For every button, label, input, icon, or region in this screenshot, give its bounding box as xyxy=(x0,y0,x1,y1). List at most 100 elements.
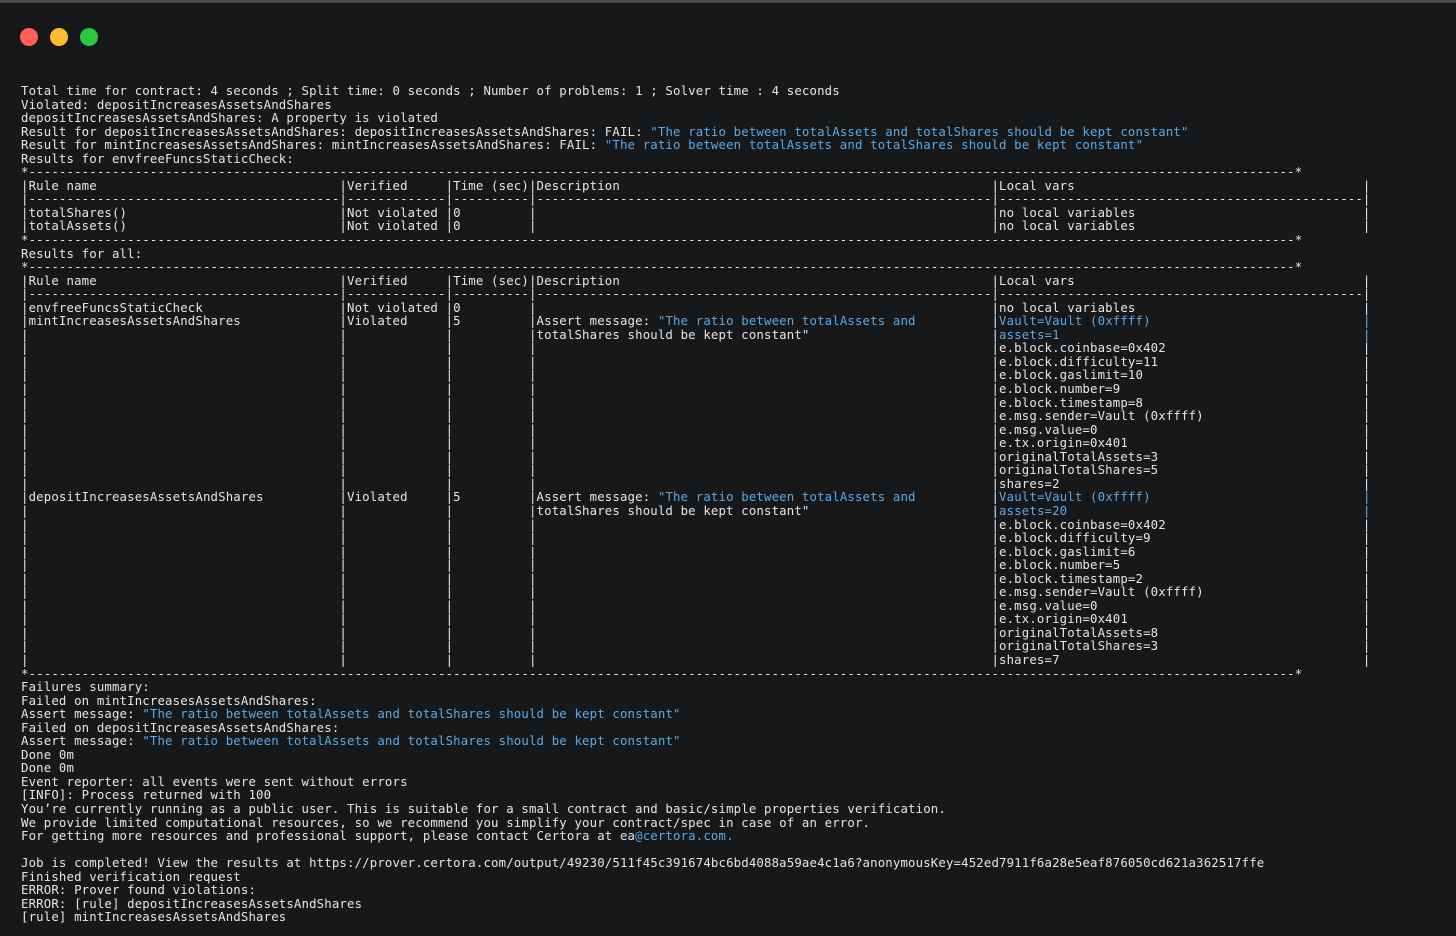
terminal-line: [rule] mintIncreasesAssetsAndShares xyxy=(21,911,1371,925)
highlighted-text: Vault=Vault (0xffff) | xyxy=(999,314,1371,329)
highlighted-text: @certora.com. xyxy=(635,829,734,844)
terminal-line: | | | | |originalTotalShares=5 | xyxy=(21,464,1371,478)
terminal-text: | | | | |originalTotalShares=5 | xyxy=(21,463,1371,478)
window-controls xyxy=(20,28,98,46)
terminal-text: |Rule name |Verified |Time (sec)|Descrip… xyxy=(21,178,1371,193)
terminal-line: | | | | |e.block.number=5 | xyxy=(21,558,1371,573)
terminal-line: |totalShares() |Not violated |0 | |no lo… xyxy=(21,205,1371,221)
terminal-line: | | | | |e.block.timestamp=2 | xyxy=(21,572,1371,587)
terminal-text: | | | | |e.block.difficulty=9 | xyxy=(21,531,1371,546)
terminal-line: | | | | |originalTotalAssets=8 | xyxy=(21,625,1371,641)
terminal-line: | | | | |e.tx.origin=0x401 | xyxy=(21,613,1371,627)
terminal-text: | | | | |e.msg.sender=Vault (0xffff) | xyxy=(21,585,1371,600)
terminal-text: *---------------------------------------… xyxy=(21,233,1303,248)
terminal-line: For getting more resources and professio… xyxy=(21,829,1371,844)
terminal-line: | | | |totalShares should be kept consta… xyxy=(21,327,1371,343)
terminal-line: | | | | |e.msg.value=0 | xyxy=(21,598,1371,614)
terminal-text: | | | | |e.block.number=5 | xyxy=(21,558,1371,573)
terminal-line: You’re currently running as a public use… xyxy=(21,801,1371,817)
terminal-text: |mintIncreasesAssetsAndShares |Violated … xyxy=(21,314,658,329)
terminal-line: |---------------------------------------… xyxy=(21,193,1371,207)
terminal-line: |Rule name |Verified |Time (sec)|Descrip… xyxy=(21,273,1371,289)
terminal-line: |---------------------------------------… xyxy=(21,287,1371,302)
terminal-text: We provide limited computational resourc… xyxy=(21,815,871,830)
terminal-text: |envfreeFuncsStaticCheck |Not violated |… xyxy=(21,300,1371,315)
terminal-text: Event reporter: all events were sent wit… xyxy=(21,774,408,789)
highlighted-text: "The ratio between totalAssets and xyxy=(657,314,916,329)
terminal-text: | | | | |e.tx.origin=0x401 | xyxy=(21,436,1371,451)
terminal-text: You’re currently running as a public use… xyxy=(21,801,946,816)
terminal-line: | | | | |e.block.difficulty=11 | xyxy=(21,354,1371,370)
terminal-text: | | | | |e.block.timestamp=8 | xyxy=(21,395,1371,410)
terminal-text: | | | | |e.block.coinbase=0x402 | xyxy=(21,517,1371,532)
terminal-line: | | | | |e.block.gaslimit=6 | xyxy=(21,544,1371,560)
terminal-text: Failures summary: xyxy=(21,680,150,695)
close-icon[interactable] xyxy=(20,28,38,46)
terminal-text: *---------------------------------------… xyxy=(21,165,1303,180)
terminal-line: *---------------------------------------… xyxy=(21,233,1371,248)
terminal-text: | | | | |e.block.gaslimit=6 | xyxy=(21,544,1371,559)
minimize-icon[interactable] xyxy=(50,28,68,46)
highlighted-text: assets=1 | xyxy=(999,327,1371,342)
terminal-text: [INFO]: Process returned with 100 xyxy=(21,788,272,803)
terminal-text: | | | |totalShares should be kept consta… xyxy=(21,327,1000,342)
terminal-text: Results for all: xyxy=(21,246,143,261)
terminal-line: | | | |totalShares should be kept consta… xyxy=(21,503,1371,519)
terminal-text: Failed on mintIncreasesAssetsAndShares: xyxy=(21,693,317,708)
terminal-text: |totalShares() |Not violated |0 | |no lo… xyxy=(21,205,1371,220)
terminal-text: | xyxy=(915,314,1000,329)
terminal-line: | | | | |e.block.timestamp=8 | xyxy=(21,395,1371,411)
terminal-line: |mintIncreasesAssetsAndShares |Violated … xyxy=(21,315,1371,329)
terminal-line: Done 0m xyxy=(21,747,1371,763)
terminal-text: | | | | |originalTotalShares=3 | xyxy=(21,639,1371,654)
terminal-line: Assert message: "The ratio between total… xyxy=(21,734,1371,749)
terminal-text: Finished verification request xyxy=(21,869,241,884)
highlighted-text: "The ratio between totalAssets and total… xyxy=(142,707,681,722)
terminal-text: [rule] mintIncreasesAssetsAndShares xyxy=(21,910,287,925)
highlighted-text: "The ratio between totalAssets and total… xyxy=(142,734,681,749)
terminal-line: | | | | |originalTotalAssets=3 | xyxy=(21,450,1371,465)
terminal-line: Finished verification request xyxy=(21,869,1371,885)
terminal-line: Results for all: xyxy=(21,246,1371,262)
terminal-line: We provide limited computational resourc… xyxy=(21,815,1371,831)
terminal-text: | | | | |e.block.difficulty=11 | xyxy=(21,354,1371,369)
terminal-line: Failed on mintIncreasesAssetsAndShares: xyxy=(21,693,1371,709)
terminal-line: Violated: depositIncreasesAssetsAndShare… xyxy=(21,98,1371,113)
terminal-text: *---------------------------------------… xyxy=(21,260,1303,275)
terminal-text: |Rule name |Verified |Time (sec)|Descrip… xyxy=(21,273,1371,288)
terminal-text: | | | | |e.msg.value=0 | xyxy=(21,598,1371,613)
highlighted-text: Vault=Vault (0xffff) | xyxy=(999,490,1371,505)
terminal-line: Event reporter: all events were sent wit… xyxy=(21,774,1371,790)
terminal-output[interactable]: Total time for contract: 4 seconds ; Spl… xyxy=(21,84,1371,925)
terminal-line: |totalAssets() |Not violated |0 | |no lo… xyxy=(21,220,1371,234)
terminal-text: | | | | |e.block.number=9 | xyxy=(21,382,1371,397)
terminal-line: Job is completed! View the results at ht… xyxy=(21,856,1371,871)
highlighted-text: assets=20 | xyxy=(999,503,1371,518)
terminal-text: Result for mintIncreasesAssetsAndShares:… xyxy=(21,138,605,153)
terminal-text: Done 0m xyxy=(21,747,75,762)
terminal-text: Assert message: xyxy=(21,707,143,722)
terminal-text: |depositIncreasesAssetsAndShares |Violat… xyxy=(21,490,658,505)
terminal-line: Total time for contract: 4 seconds ; Spl… xyxy=(21,84,1371,99)
terminal-text: Result for depositIncreasesAssetsAndShar… xyxy=(21,124,651,139)
terminal-line: | | | | |e.tx.origin=0x401 | xyxy=(21,436,1371,451)
terminal-text: | | | | |shares=2 | xyxy=(21,476,1371,491)
terminal-text: |totalAssets() |Not violated |0 | |no lo… xyxy=(21,219,1371,234)
maximize-icon[interactable] xyxy=(80,28,98,46)
terminal-text: | | | | |e.block.coinbase=0x402 | xyxy=(21,341,1371,356)
terminal-text: | | | | |originalTotalAssets=8 | xyxy=(21,625,1371,640)
terminal-window: Total time for contract: 4 seconds ; Spl… xyxy=(0,0,1456,936)
terminal-text: | | | | |shares=7 | xyxy=(21,652,1371,667)
terminal-text: Done 0m xyxy=(21,761,75,776)
terminal-line: |Rule name |Verified |Time (sec)|Descrip… xyxy=(21,178,1371,194)
terminal-line: | | | | |e.msg.sender=Vault (0xffff) | xyxy=(21,585,1371,600)
terminal-line: | | | | |originalTotalShares=3 | xyxy=(21,640,1371,654)
terminal-line: | | | | |e.block.difficulty=9 | xyxy=(21,531,1371,546)
terminal-text: | | | |totalShares should be kept consta… xyxy=(21,503,1000,518)
terminal-text: Failed on depositIncreasesAssetsAndShare… xyxy=(21,720,340,735)
terminal-text: Results for envfreeFuncsStaticCheck: xyxy=(21,151,294,166)
highlighted-text: "The ratio between totalAssets and total… xyxy=(650,124,1189,139)
terminal-line: Assert message: "The ratio between total… xyxy=(21,707,1371,722)
terminal-line: depositIncreasesAssetsAndShares: A prope… xyxy=(21,111,1371,126)
